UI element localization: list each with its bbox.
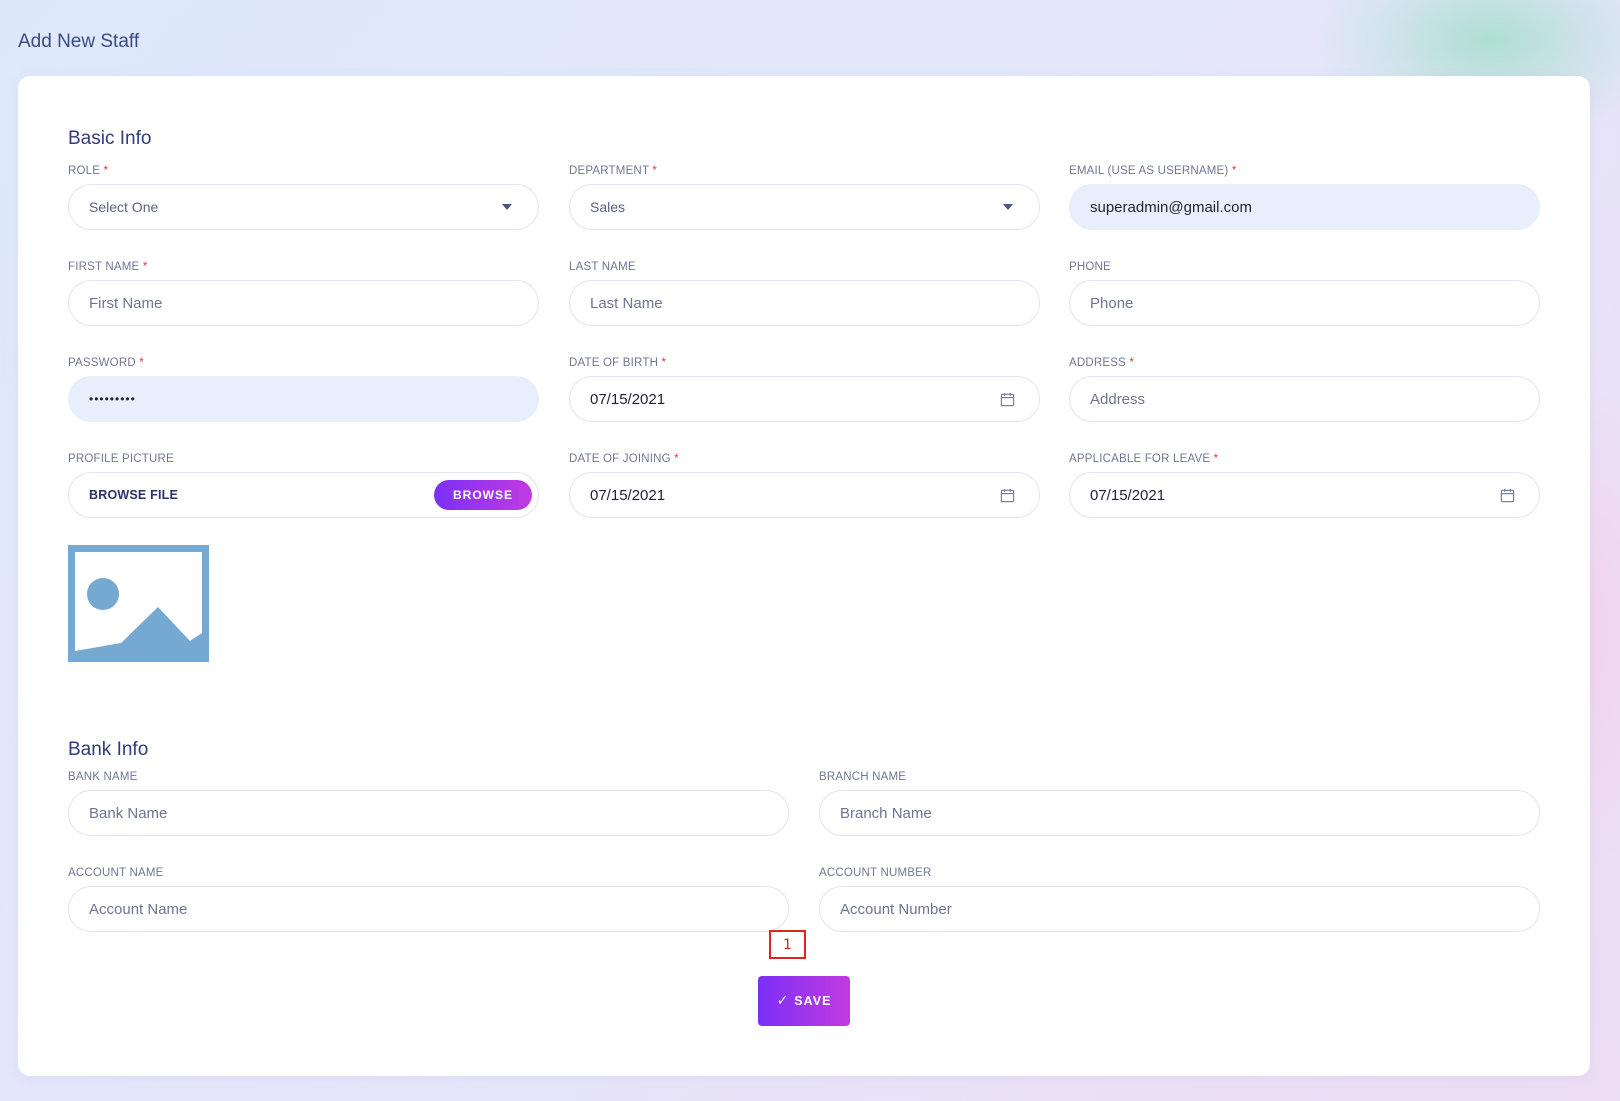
password-field: PASSWORD * ••••••••• xyxy=(68,356,539,422)
required-mark: * xyxy=(139,357,144,369)
profile-picture-input[interactable]: BROWSE FILE BROWSE xyxy=(68,472,539,518)
applicable-for-leave-value: 07/15/2021 xyxy=(1090,486,1166,504)
account-number-placeholder: Account Number xyxy=(840,900,952,918)
email-label: EMAIL (USE AS USERNAME) xyxy=(1069,165,1229,177)
required-mark: * xyxy=(1213,453,1219,465)
calendar-icon[interactable] xyxy=(1000,392,1015,407)
date-of-joining-label: DATE OF JOINING xyxy=(569,453,671,465)
required-mark: * xyxy=(661,357,667,369)
date-of-joining-input[interactable]: 07/15/2021 xyxy=(569,472,1040,518)
account-number-label: ACCOUNT NUMBER xyxy=(819,867,932,879)
department-select[interactable]: Sales xyxy=(569,184,1040,230)
department-select-value: Sales xyxy=(590,199,626,215)
section-title-basic-info: Basic Info xyxy=(68,128,152,149)
password-input[interactable]: ••••••••• xyxy=(68,376,539,422)
section-title-bank-info: Bank Info xyxy=(68,739,149,760)
role-select-value: Select One xyxy=(89,199,159,215)
required-mark: * xyxy=(1231,165,1237,177)
profile-picture-field: PROFILE PICTURE BROWSE FILE BROWSE xyxy=(68,452,539,518)
bank-name-field: BANK NAME Bank Name xyxy=(68,770,789,836)
email-input-value: superadmin@gmail.com xyxy=(1090,198,1252,216)
branch-name-label: BRANCH NAME xyxy=(819,771,907,783)
phone-field: PHONE Phone xyxy=(1069,260,1540,326)
date-of-birth-field: DATE OF BIRTH * 07/15/2021 xyxy=(569,356,1040,422)
bank-name-input[interactable]: Bank Name xyxy=(68,790,789,836)
date-of-joining-value: 07/15/2021 xyxy=(590,486,666,504)
account-name-input[interactable]: Account Name xyxy=(68,886,789,932)
last-name-field: LAST NAME Last Name xyxy=(569,260,1040,326)
profile-picture-label: PROFILE PICTURE xyxy=(68,453,174,465)
account-name-label: ACCOUNT NAME xyxy=(68,867,164,879)
applicable-for-leave-field: APPLICABLE FOR LEAVE * 07/15/2021 xyxy=(1069,452,1540,518)
role-select[interactable]: Select One xyxy=(68,184,539,230)
page-title: Add New Staff xyxy=(18,31,140,52)
date-of-birth-input[interactable]: 07/15/2021 xyxy=(569,376,1040,422)
save-button[interactable]: ✓ SAVE xyxy=(758,976,850,1026)
account-name-field: ACCOUNT NAME Account Name xyxy=(68,866,789,932)
password-label: PASSWORD xyxy=(68,357,136,369)
first-name-placeholder: First Name xyxy=(89,294,163,312)
browse-button[interactable]: BROWSE xyxy=(434,480,532,510)
role-field: ROLE * Select One xyxy=(68,164,539,230)
address-input[interactable]: Address xyxy=(1069,376,1540,422)
check-icon: ✓ xyxy=(776,993,789,1009)
address-placeholder: Address xyxy=(1090,390,1146,408)
applicable-for-leave-label: APPLICABLE FOR LEAVE xyxy=(1069,453,1211,465)
phone-placeholder: Phone xyxy=(1090,294,1134,312)
branch-name-input[interactable]: Branch Name xyxy=(819,790,1540,836)
account-name-placeholder: Account Name xyxy=(89,900,188,918)
required-mark: * xyxy=(674,453,679,465)
browse-file-text: BROWSE FILE xyxy=(89,488,179,502)
password-input-value: ••••••••• xyxy=(89,392,136,406)
required-mark: * xyxy=(1129,357,1135,369)
branch-name-field: BRANCH NAME Branch Name xyxy=(819,770,1540,836)
date-of-joining-field: DATE OF JOINING * 07/15/2021 xyxy=(569,452,1040,518)
phone-label: PHONE xyxy=(1069,261,1111,273)
first-name-field: FIRST NAME * First Name xyxy=(68,260,539,326)
required-mark: * xyxy=(652,165,658,177)
date-of-birth-label: DATE OF BIRTH xyxy=(569,357,659,369)
image-placeholder-icon xyxy=(68,545,209,662)
last-name-input[interactable]: Last Name xyxy=(569,280,1040,326)
account-number-input[interactable]: Account Number xyxy=(819,886,1540,932)
calendar-icon[interactable] xyxy=(1500,488,1515,503)
save-button-label: SAVE xyxy=(794,994,832,1008)
email-field: EMAIL (USE AS USERNAME) * superadmin@gma… xyxy=(1069,164,1540,230)
branch-name-placeholder: Branch Name xyxy=(840,804,932,822)
last-name-label: LAST NAME xyxy=(569,261,636,273)
first-name-input[interactable]: First Name xyxy=(68,280,539,326)
first-name-label: FIRST NAME xyxy=(68,261,140,273)
required-mark: * xyxy=(142,261,148,273)
calendar-icon[interactable] xyxy=(1000,488,1015,503)
applicable-for-leave-input[interactable]: 07/15/2021 xyxy=(1069,472,1540,518)
date-of-birth-value: 07/15/2021 xyxy=(590,390,666,408)
chevron-down-icon xyxy=(1003,204,1013,210)
department-label: DEPARTMENT xyxy=(569,165,649,177)
bank-name-placeholder: Bank Name xyxy=(89,804,168,822)
department-field: DEPARTMENT * Sales xyxy=(569,164,1040,230)
role-label: ROLE xyxy=(68,165,101,177)
bank-name-label: BANK NAME xyxy=(68,771,138,783)
account-number-field: ACCOUNT NUMBER Account Number xyxy=(819,866,1540,932)
phone-input[interactable]: Phone xyxy=(1069,280,1540,326)
required-mark: * xyxy=(103,165,109,177)
annotation-marker: 1 xyxy=(769,930,806,959)
address-label: ADDRESS xyxy=(1069,357,1126,369)
chevron-down-icon xyxy=(502,204,512,210)
email-input[interactable]: superadmin@gmail.com xyxy=(1069,184,1540,230)
address-field: ADDRESS * Address xyxy=(1069,356,1540,422)
last-name-placeholder: Last Name xyxy=(590,294,663,312)
